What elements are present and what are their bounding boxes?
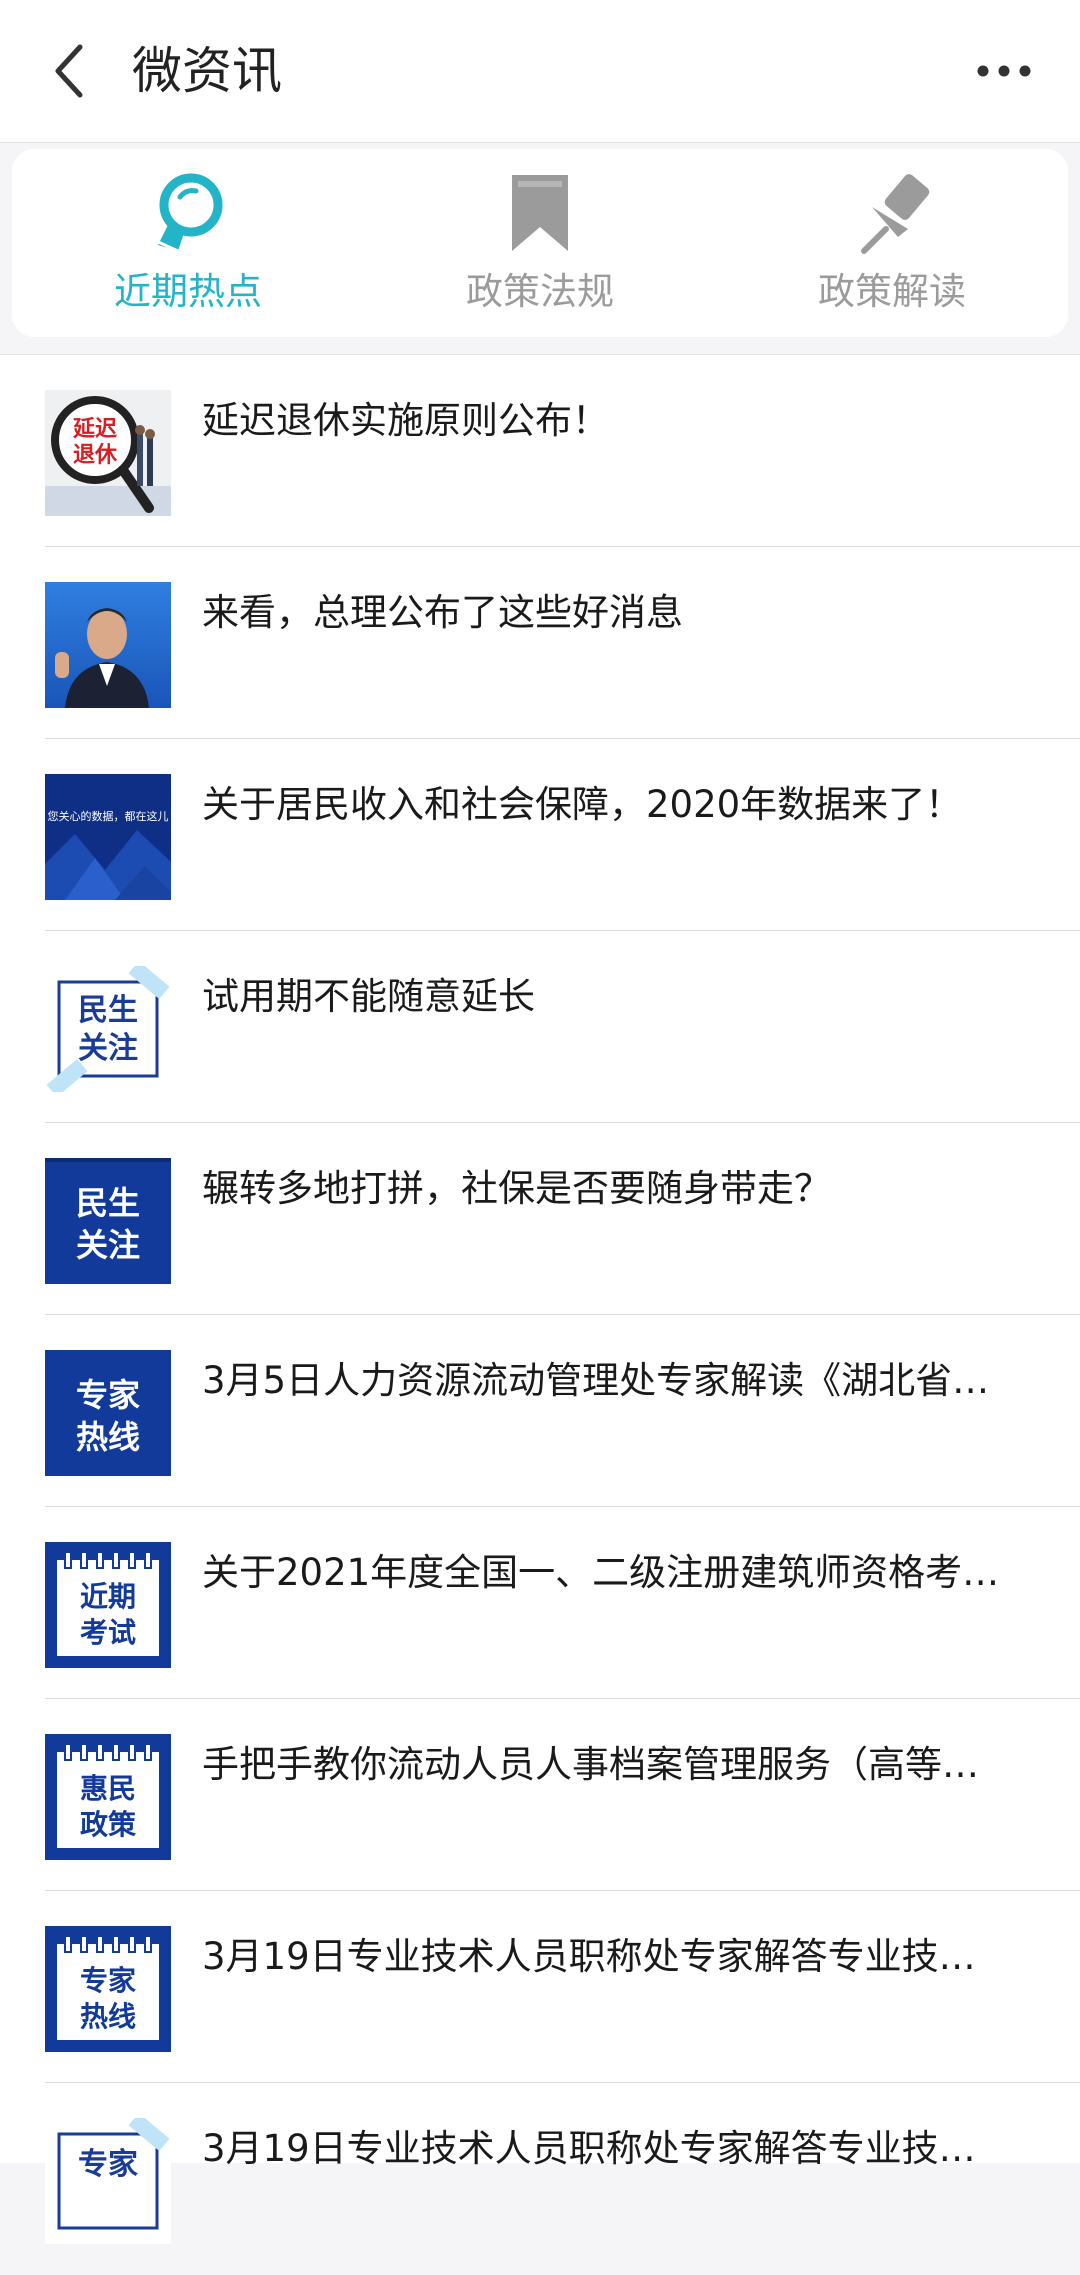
list-item[interactable]: 来看，总理公布了这些好消息 (0, 547, 1080, 739)
article-thumbnail: 您关心的数据，都在这儿 (45, 774, 171, 900)
article-title: 手把手教你流动人员人事档案管理服务（高等… (202, 1743, 979, 1786)
list-item[interactable]: 民生 关注 辗转多地打拼，社保是否要随身带走？ (0, 1123, 1080, 1315)
article-thumbnail: 延迟 退休 (45, 390, 171, 516)
thumb-text: 热线 (80, 2000, 136, 2033)
more-button[interactable] (968, 36, 1040, 106)
thumb-text: 退休 (73, 443, 118, 468)
tab-policies-regulations[interactable]: 政策法规 (364, 149, 716, 337)
article-title: 关于2021年度全国一、二级注册建筑师资格考… (202, 1551, 1000, 1594)
article-thumbnail: 专家 热线 (45, 1350, 171, 1476)
tab-policy-interpretation[interactable]: 政策解读 (716, 149, 1068, 337)
article-title: 延迟退休实施原则公布！ (202, 399, 609, 442)
article-thumbnail: 惠民 政策 (45, 1734, 171, 1860)
tab-label: 政策法规 (466, 270, 614, 313)
list-item[interactable]: 专家 热线 3月19日专业技术人员职称处专家解答专业技… (0, 1891, 1080, 2083)
more-horizontal-icon (977, 65, 1031, 77)
thumb-text: 专家 (78, 2147, 138, 2182)
thumb-text: 考试 (80, 1616, 136, 1649)
article-thumbnail: 专家 (45, 2118, 171, 2244)
article-thumbnail: 民生 关注 (45, 966, 171, 1092)
list-item[interactable]: 民生 关注 试用期不能随意延长 (0, 931, 1080, 1123)
thumb-text: 政策 (80, 1808, 136, 1841)
pushpin-icon (852, 171, 932, 259)
thumb-text: 惠民 (80, 1772, 136, 1805)
chevron-left-icon (55, 44, 83, 98)
article-title: 试用期不能随意延长 (202, 975, 535, 1018)
thumb-text: 您关心的数据，都在这儿 (48, 809, 169, 823)
list-item[interactable]: 近期 考试 关于2021年度全国一、二级注册建筑师资格考… (0, 1507, 1080, 1699)
category-tabs: 近期热点 政策法规 政策解读 (12, 149, 1068, 337)
article-thumbnail: 近期 考试 (45, 1542, 171, 1668)
article-title: 来看，总理公布了这些好消息 (202, 591, 683, 634)
thumb-text: 民生 (76, 1184, 140, 1222)
list-item[interactable]: 专家 热线 3月5日人力资源流动管理处专家解读《湖北省… (0, 1315, 1080, 1507)
thumb-text: 热线 (76, 1418, 140, 1456)
thumb-text: 民生 (78, 993, 138, 1028)
tab-label: 近期热点 (114, 270, 262, 313)
tab-label: 政策解读 (818, 270, 966, 313)
thumb-text: 专家 (80, 1964, 136, 1997)
thumb-text: 关注 (78, 1031, 138, 1066)
article-title: 辗转多地打拼，社保是否要随身带走？ (202, 1167, 831, 1210)
thumb-text: 近期 (80, 1580, 136, 1613)
list-item[interactable]: 延迟 退休 延迟退休实施原则公布！ (0, 355, 1080, 547)
article-title: 3月5日人力资源流动管理处专家解读《湖北省… (202, 1359, 990, 1402)
article-thumbnail (45, 582, 171, 708)
thumb-text: 延迟 (72, 417, 117, 442)
article-title: 关于居民收入和社会保障，2020年数据来了！ (202, 783, 963, 826)
list-item[interactable]: 惠民 政策 手把手教你流动人员人事档案管理服务（高等… (0, 1699, 1080, 1891)
tab-recent-hotspots[interactable]: 近期热点 (12, 149, 364, 337)
list-item[interactable]: 您关心的数据，都在这儿 关于居民收入和社会保障，2020年数据来了！ (0, 739, 1080, 931)
article-title: 3月19日专业技术人员职称处专家解答专业技… (202, 2127, 976, 2170)
bookmark-icon (500, 171, 580, 259)
thumb-text: 专家 (76, 1376, 140, 1414)
list-item[interactable]: 专家 3月19日专业技术人员职称处专家解答专业技… (0, 2083, 1080, 2275)
page-title: 微资讯 (132, 42, 282, 100)
article-thumbnail: 民生 关注 (45, 1158, 171, 1284)
back-button[interactable] (40, 36, 100, 106)
article-thumbnail: 专家 热线 (45, 1926, 171, 2052)
article-list: 延迟 退休 延迟退休实施原则公布！ 来看，总理公布了这些好消息 您关心的数据，都… (0, 354, 1080, 2244)
app-header: 微资讯 (0, 0, 1080, 143)
article-title: 3月19日专业技术人员职称处专家解答专业技… (202, 1935, 976, 1978)
thumb-text: 关注 (76, 1226, 140, 1264)
lightbulb-icon (148, 171, 228, 259)
